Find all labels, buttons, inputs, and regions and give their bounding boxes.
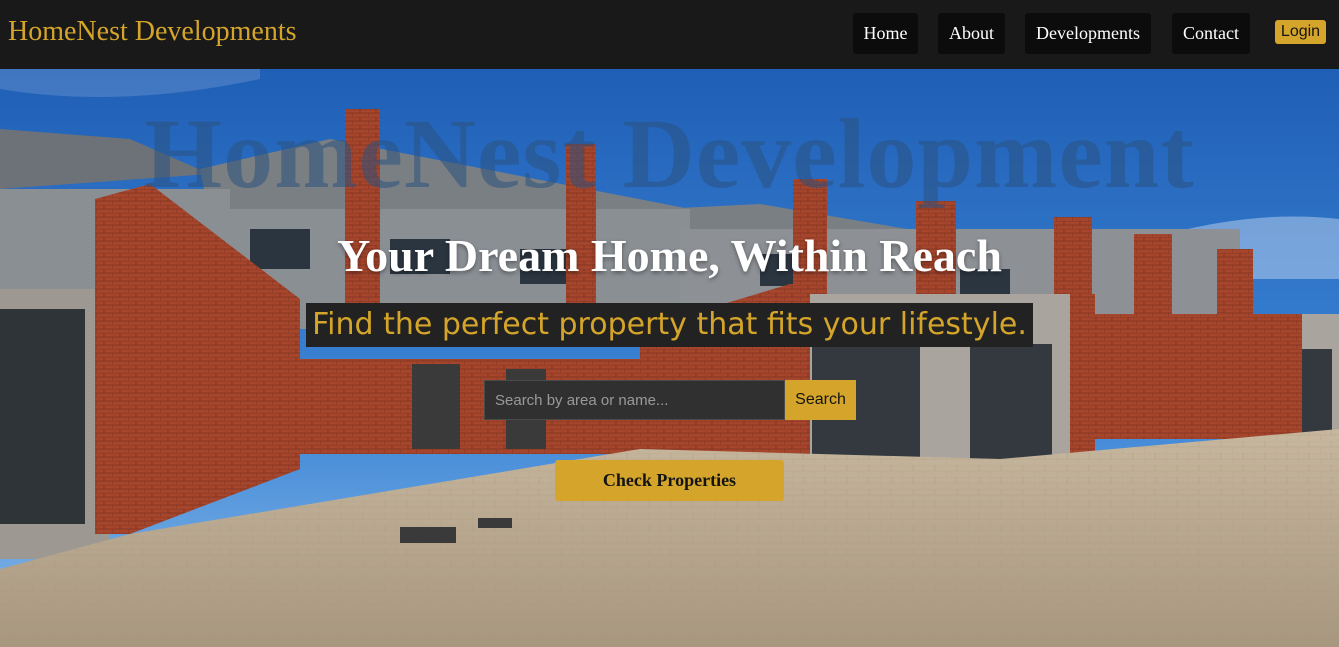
- hero-watermark: HomeNest Development: [144, 98, 1195, 209]
- login-button[interactable]: Login: [1275, 20, 1326, 44]
- navbar: HomeNest Developments Home About Develop…: [0, 0, 1339, 69]
- nav-about[interactable]: About: [938, 13, 1005, 54]
- hero-headline: Your Dream Home, Within Reach: [337, 230, 1002, 281]
- check-properties-button[interactable]: Check Properties: [555, 460, 784, 501]
- search-button[interactable]: Search: [785, 380, 856, 420]
- hero-section: HomeNest Development Your Dream Home, Wi…: [0, 69, 1339, 647]
- nav-home[interactable]: Home: [853, 13, 918, 54]
- brand-logo[interactable]: HomeNest Developments: [8, 16, 297, 48]
- hero-subheadline: Find the perfect property that fits your…: [306, 303, 1033, 347]
- search-input[interactable]: [484, 380, 785, 420]
- hero-subheadline-wrap: Find the perfect property that fits your…: [0, 303, 1339, 347]
- nav-developments[interactable]: Developments: [1025, 13, 1151, 54]
- nav-contact[interactable]: Contact: [1172, 13, 1250, 54]
